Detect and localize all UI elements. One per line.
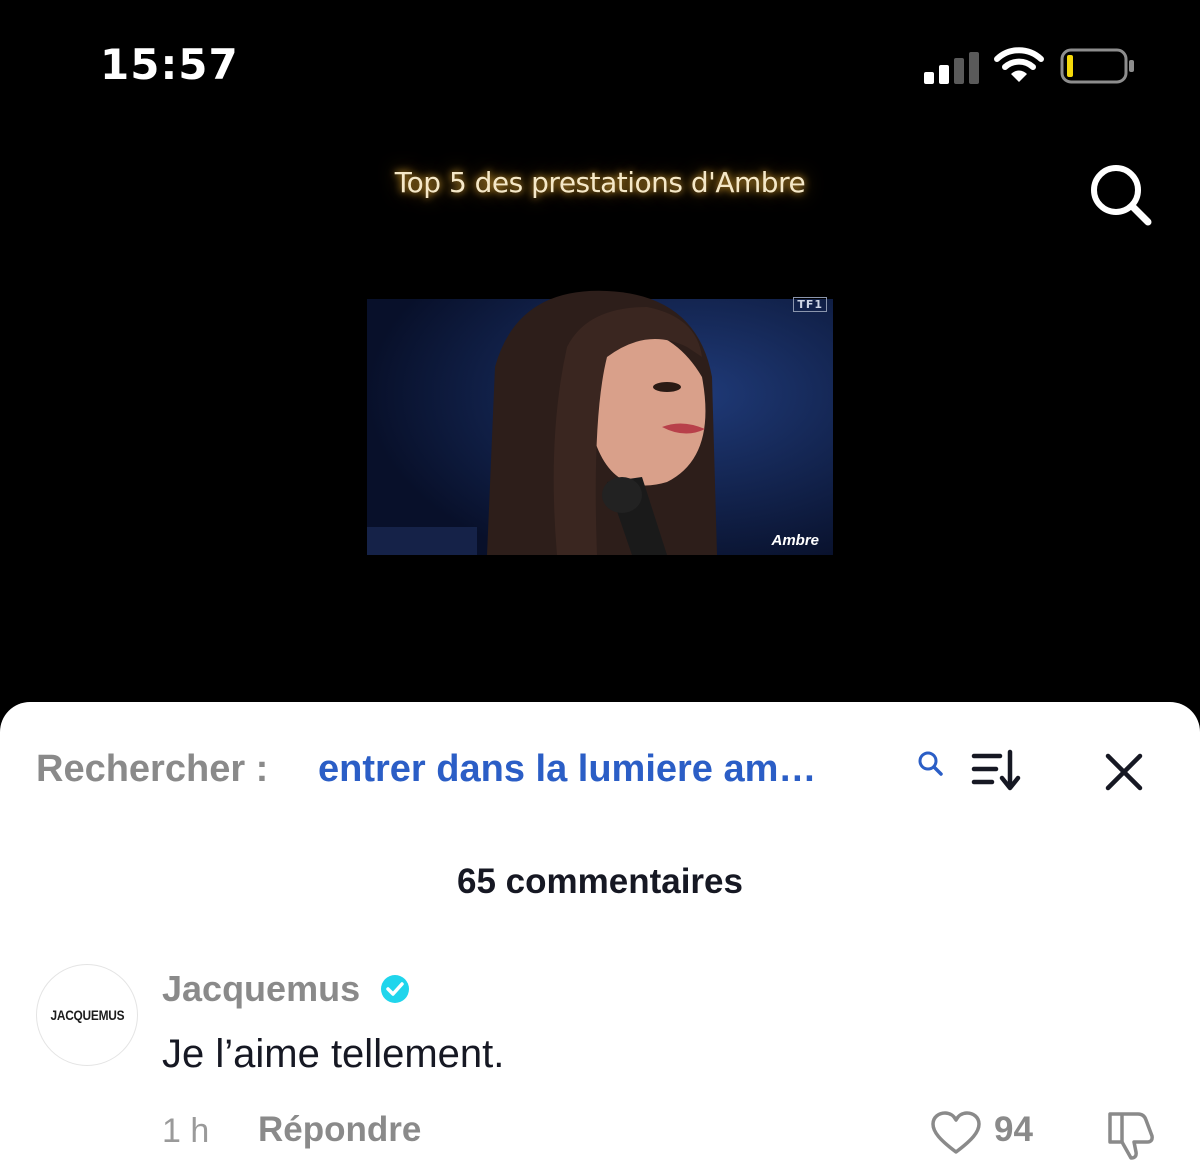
- status-time: 15:57: [100, 40, 239, 89]
- avatar[interactable]: JACQUEMUS: [36, 964, 138, 1066]
- like-count: 94: [994, 1110, 1033, 1149]
- dislike-icon[interactable]: [1102, 1106, 1158, 1162]
- reply-button[interactable]: Répondre: [258, 1110, 421, 1150]
- name-overlay: Ambre: [771, 532, 819, 549]
- comments-sheet: Rechercher : entrer dans la lumiere am… …: [0, 702, 1200, 1174]
- battery-icon: [1060, 48, 1134, 84]
- video-thumbnail[interactable]: TF1 Ambre: [367, 287, 833, 555]
- search-suggestion-row[interactable]: Rechercher : entrer dans la lumiere am…: [36, 748, 1186, 798]
- comments-count: 65 commentaires: [457, 862, 743, 901]
- sort-icon[interactable]: [970, 748, 1022, 792]
- close-icon[interactable]: [1104, 752, 1144, 792]
- comment-timestamp: 1 h: [162, 1112, 210, 1150]
- avatar-logo-text: JACQUEMUS: [50, 1007, 124, 1023]
- singer-image: [367, 287, 833, 555]
- status-bar: 15:57: [0, 0, 1200, 130]
- video-area[interactable]: Top 5 des prestations d'Ambre TF1 Ambre: [0, 130, 1200, 705]
- search-icon[interactable]: [1084, 158, 1156, 230]
- search-icon[interactable]: [916, 749, 944, 777]
- wifi-icon: [994, 47, 1044, 82]
- video-title: Top 5 des prestations d'Ambre: [394, 166, 806, 199]
- comment-text: Je l’aime tellement.: [162, 1032, 505, 1076]
- like-button[interactable]: 94: [930, 1106, 1044, 1156]
- cellular-signal-icon: [924, 52, 979, 84]
- comment-item: JACQUEMUS Jacquemus Je l’aime tellement.…: [0, 964, 1200, 1164]
- verified-badge-icon: [381, 975, 409, 1003]
- search-query-link[interactable]: entrer dans la lumiere am…: [318, 748, 816, 791]
- channel-logo: TF1: [793, 297, 827, 312]
- heart-icon: [931, 1111, 981, 1154]
- search-prefix-label: Rechercher :: [36, 748, 269, 790]
- comment-username[interactable]: Jacquemus: [162, 968, 360, 1010]
